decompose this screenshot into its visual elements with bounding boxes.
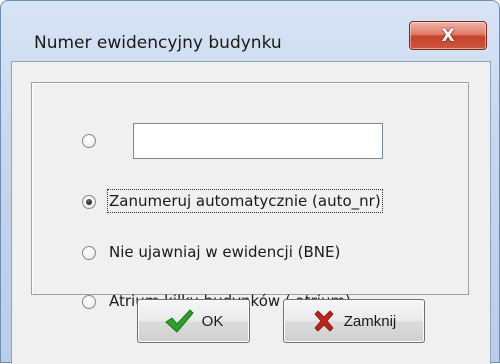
option-auto-label[interactable]: Zanumeruj automatycznie (auto_nr) xyxy=(107,189,383,213)
radio-selected-dot xyxy=(86,199,92,205)
building-number-input[interactable] xyxy=(133,123,383,159)
option-bne-label[interactable]: Nie ujawniaj w ewidencji (BNE) xyxy=(109,242,340,262)
title-bar[interactable]: Numer ewidencyjny budynku X xyxy=(1,1,499,61)
radio-bne[interactable] xyxy=(82,246,96,260)
radio-atrium[interactable] xyxy=(82,295,96,309)
ok-button-label: OK xyxy=(201,312,224,330)
close-button[interactable]: Zamknij xyxy=(283,299,425,343)
red-x-icon xyxy=(312,309,336,333)
window-close-button[interactable]: X xyxy=(409,21,487,50)
dialog-client-area: Zanumeruj automatycznie (auto_nr) Nie uj… xyxy=(11,61,491,364)
checkmark-icon xyxy=(164,308,194,334)
dialog-window: Numer ewidencyjny budynku X Zanumeruj au… xyxy=(0,0,500,364)
window-title: Numer ewidencyjny budynku xyxy=(34,33,282,53)
close-icon: X xyxy=(441,25,455,46)
radio-auto-number[interactable] xyxy=(82,195,96,209)
radio-custom-number[interactable] xyxy=(82,134,96,148)
options-group-box: Zanumeruj automatycznie (auto_nr) Nie uj… xyxy=(31,82,469,310)
ok-button[interactable]: OK xyxy=(137,299,250,343)
close-button-label: Zamknij xyxy=(343,312,397,330)
